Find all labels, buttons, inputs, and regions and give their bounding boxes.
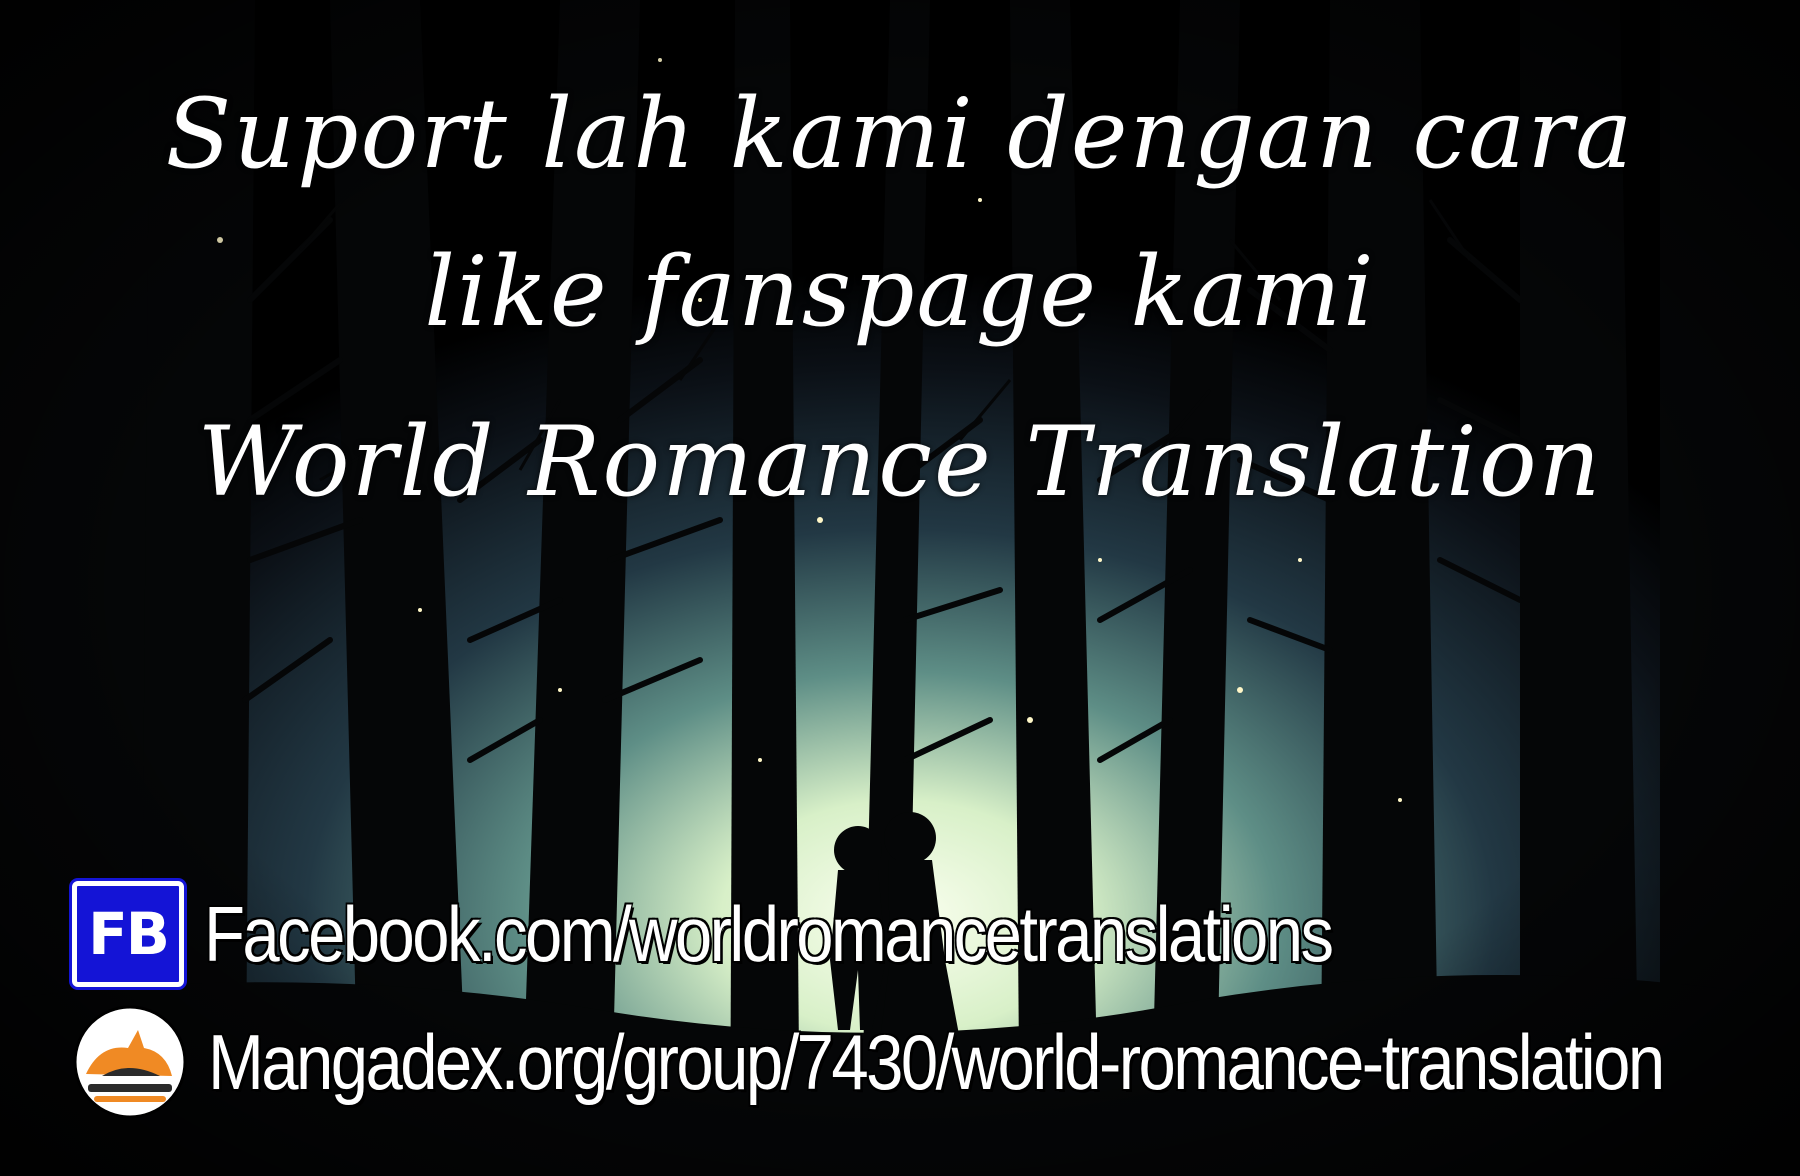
- headline-line-3: World Romance Translation: [197, 406, 1603, 518]
- facebook-link[interactable]: Facebook.com/worldromancetranslations: [204, 889, 1334, 980]
- mangadex-cat-icon: [72, 1004, 188, 1120]
- mangadex-link-row[interactable]: Mangadex.org/group/7430/world-romance-tr…: [72, 1004, 1800, 1120]
- headline-line-1: Suport lah kami dengan cara: [165, 78, 1635, 190]
- facebook-badge-label: FB: [88, 900, 170, 968]
- facebook-icon: FB: [72, 881, 184, 987]
- mangadex-link[interactable]: Mangadex.org/group/7430/world-romance-tr…: [208, 1017, 1665, 1108]
- facebook-link-row[interactable]: FB Facebook.com/worldromancetranslations: [72, 876, 1515, 992]
- headline-line-2: like fanspage kami: [424, 236, 1376, 348]
